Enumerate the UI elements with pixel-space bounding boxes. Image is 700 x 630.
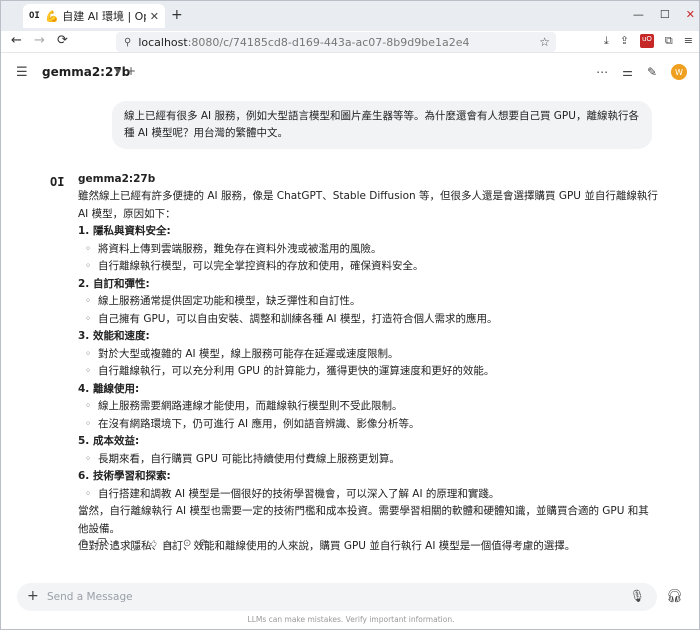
tab-title: 💪 自建 AI 環境 | Open — [45, 10, 146, 23]
info-icon[interactable]: ⓘ — [128, 538, 138, 553]
openwebui-favicon-icon: OI — [29, 11, 40, 21]
regenerate-icon[interactable]: ⟳ — [199, 538, 207, 553]
assistant-avatar: OI — [50, 175, 65, 189]
tab-close-icon[interactable]: ✕ — [150, 10, 159, 23]
list-item: 自行離線執行模型，可以完全掌控資料的存放和使用，確保資料安全。 — [78, 258, 658, 276]
share-icon[interactable]: ⇪ — [620, 34, 629, 48]
user-message: 線上已經有很多 AI 服務，例如大型語言模型和圖片產生器等等。為什麼還會有人想要… — [112, 101, 652, 149]
attach-plus-icon[interactable]: + — [27, 588, 39, 604]
browser-menu-icon[interactable]: ≡ — [684, 34, 693, 48]
app-header: ☰ gemma2:27b ▼ + ⋯ ⚌ ✎ W — [1, 53, 699, 93]
intro-paragraph: 雖然線上已經有許多便捷的 AI 服務，像是 ChatGPT、Stable Dif… — [78, 190, 658, 220]
microphone-icon[interactable]: 🎙︎ — [630, 589, 645, 603]
list-item: 自行離線執行，可以充分利用 GPU 的計算能力，獲得更快的運算速度和更好的效能。 — [78, 363, 658, 381]
reload-icon[interactable]: ⟳ — [57, 33, 68, 48]
minimize-icon[interactable]: — — [633, 8, 644, 21]
continue-icon[interactable]: ⊙ — [183, 538, 191, 553]
window-close-icon[interactable]: ✕ — [686, 8, 695, 21]
ublock-extension-icon[interactable]: uO — [639, 34, 654, 48]
browser-window: OI 💪 自建 AI 環境 | Open ✕ + — ☐ ✕ ← → ⟳ ⚲ l… — [0, 0, 700, 630]
back-icon[interactable]: ← — [11, 33, 22, 48]
outro-paragraph: 當然，自行離線執行 AI 模型也需要一定的技術門檻和成本投資。需要學習相關的軟體… — [78, 505, 649, 535]
forward-icon[interactable]: → — [34, 33, 45, 48]
controls-sliders-icon[interactable]: ⚌ — [622, 65, 633, 79]
assistant-model-name: gemma2:27b — [78, 173, 156, 185]
read-aloud-icon[interactable]: 🔈︎ — [114, 538, 120, 553]
list-item: 自己擁有 GPU，可以自由安裝、調整和訓練各種 AI 模型，打造符合個人需求的應… — [78, 311, 658, 329]
browser-tab[interactable]: OI 💪 自建 AI 環境 | Open ✕ — [23, 4, 165, 28]
new-tab-button[interactable]: + — [171, 7, 183, 23]
thumbs-down-icon[interactable]: 👎︎ — [165, 538, 175, 553]
list-item: 線上服務需要網路連線才能使用，而離線執行模型則不受此限制。 — [78, 398, 658, 416]
thumbs-up-icon[interactable]: 👍︎ — [146, 538, 156, 553]
header-actions: ⋯ ⚌ ✎ W — [596, 64, 687, 80]
message-input[interactable] — [47, 587, 607, 607]
message-actions: ✎ ❐ 🔈︎ ⓘ 👍︎ 👎︎ ⊙ ⟳ — [81, 538, 208, 553]
new-chat-edit-icon[interactable]: ✎ — [647, 65, 657, 79]
address-bar[interactable]: ⚲ localhost:8080/c/74185cd8-d169-443a-ac… — [116, 32, 556, 52]
list-item: 將資料上傳到雲端服務，難免存在資料外洩或被濫用的風險。 — [78, 241, 658, 259]
sidebar-menu-icon[interactable]: ☰ — [16, 65, 28, 80]
list-item: 自行搭建和調教 AI 模型是一個很好的技術學習機會，可以深入了解 AI 的原理和… — [78, 486, 658, 504]
disclaimer-text: LLMs can make mistakes. Verify important… — [247, 615, 455, 624]
section-heading: 3. 效能和速度: — [78, 330, 150, 342]
list-item: 長期來看，自行購買 GPU 可能比持續使用付費線上服務更划算。 — [78, 451, 658, 469]
list-item: 線上服務通常提供固定功能和模型，缺乏彈性和自訂性。 — [78, 293, 658, 311]
copy-icon[interactable]: ❐ — [97, 538, 106, 553]
add-model-button[interactable]: + — [126, 64, 136, 78]
edit-icon[interactable]: ✎ — [81, 538, 89, 553]
chevron-down-icon[interactable]: ▼ — [115, 67, 121, 76]
user-avatar[interactable]: W — [671, 64, 687, 80]
headphones-icon[interactable]: 🎧︎ — [666, 589, 683, 604]
tab-bar: OI 💪 自建 AI 環境 | Open ✕ + — ☐ ✕ — [1, 1, 699, 31]
message-input-bar: + 🎙︎ — [17, 583, 657, 611]
section-heading: 4. 離線使用: — [78, 382, 140, 395]
section-heading: 2. 自訂和彈性: — [78, 277, 150, 290]
list-item: 對於大型或複雜的 AI 模型，線上服務可能存在延遲或速度限制。 — [78, 346, 658, 364]
url-path: :8080/c/74185cd8-d169-443a-ac07-8b9d9be1… — [187, 35, 470, 49]
section-heading: 6. 技術學習和探索: — [78, 470, 171, 482]
navigation-bar: ← → ⟳ ⚲ localhost:8080/c/74185cd8-d169-4… — [1, 31, 699, 53]
section-heading: 1. 隱私與資料安全: — [78, 225, 171, 237]
maximize-icon[interactable]: ☐ — [660, 8, 670, 21]
more-options-icon[interactable]: ⋯ — [596, 65, 608, 79]
site-info-icon[interactable]: ⚲ — [124, 37, 131, 48]
url-host: localhost — [138, 35, 188, 49]
downloads-icon[interactable]: ⤓ — [604, 34, 609, 48]
assistant-message: 雖然線上已經有許多便捷的 AI 服務，像是 ChatGPT、Stable Dif… — [78, 188, 658, 556]
extensions-icon[interactable]: ⧉ — [665, 34, 673, 48]
bookmark-star-icon[interactable]: ☆ — [539, 35, 550, 49]
window-controls: — ☐ ✕ — [633, 8, 695, 21]
section-heading: 5. 成本效益: — [78, 435, 140, 447]
toolbar-icons: ⤓ ⇪ uO ⧉ ≡ — [604, 34, 693, 48]
list-item: 在沒有網路環境下，仍可進行 AI 應用，例如語音辨識、影像分析等。 — [78, 416, 658, 434]
